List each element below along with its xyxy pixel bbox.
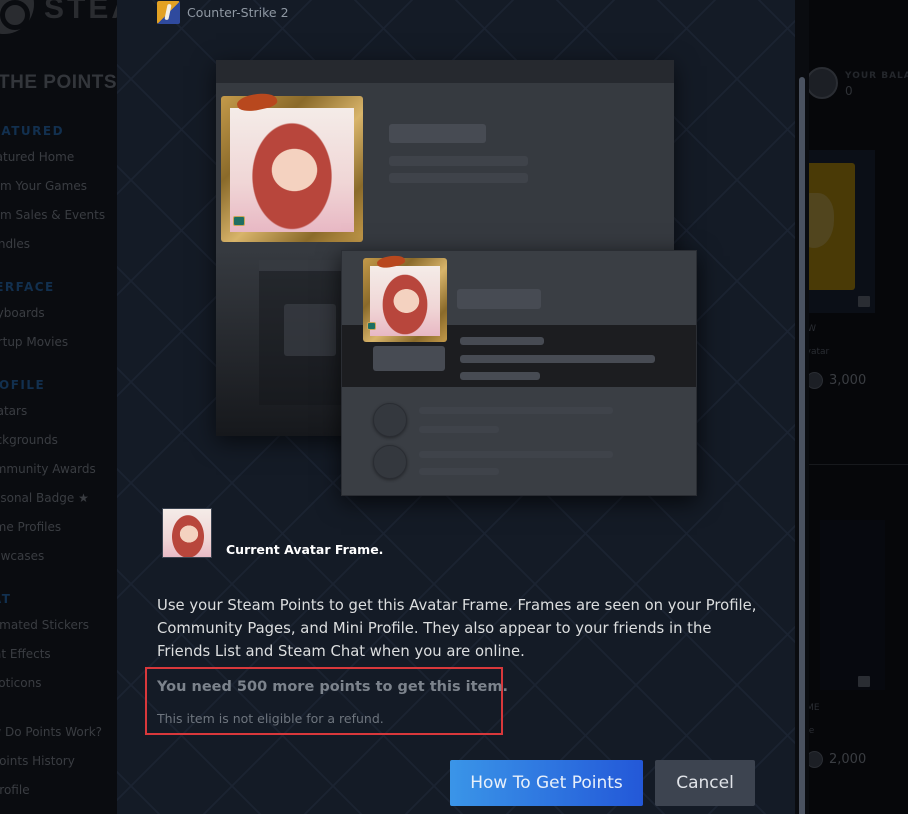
steam-logo-icon bbox=[0, 0, 34, 34]
avatar-portrait bbox=[230, 108, 354, 232]
gem-ornament bbox=[233, 216, 245, 226]
avatar-portrait bbox=[370, 266, 440, 336]
current-avatar-thumbnail bbox=[162, 508, 212, 558]
purchase-modal: Counter-Strike 2 Current Avatar Frame. U… bbox=[117, 0, 795, 814]
shop-item-card[interactable] bbox=[820, 520, 885, 690]
shop-item-price: 2,000 bbox=[829, 752, 867, 767]
friend-avatar-placeholder bbox=[373, 403, 407, 437]
sidebar-item-animated-stickers[interactable]: Animated Stickers bbox=[0, 618, 89, 632]
avatar-frame-preview-small bbox=[363, 253, 447, 342]
placeholder-bar bbox=[389, 124, 486, 143]
insufficient-points-message: You need 500 more points to get this ite… bbox=[157, 679, 508, 695]
sidebar-item-from-your-games[interactable]: From Your Games bbox=[0, 179, 87, 193]
sidebar-item-community-awards[interactable]: Community Awards bbox=[0, 462, 96, 476]
current-frame-row: Current Avatar Frame. bbox=[162, 508, 383, 558]
sidebar-item-sales-events[interactable]: From Sales & Events bbox=[0, 208, 105, 222]
sidebar-heading-featured: FEATURED bbox=[0, 124, 65, 138]
game-name: Counter-Strike 2 bbox=[187, 4, 289, 20]
cancel-button[interactable]: Cancel bbox=[655, 760, 755, 806]
sidebar-link-points-history[interactable]: My Points History bbox=[0, 754, 75, 768]
refund-notice: This item is not eligible for a refund. bbox=[157, 711, 384, 726]
shop-item-price: 3,000 bbox=[829, 373, 867, 388]
sidebar-heading-interface: INTERFACE bbox=[0, 280, 55, 294]
current-frame-label: Current Avatar Frame. bbox=[226, 542, 384, 557]
sidebar-item-featured-home[interactable]: Featured Home bbox=[0, 150, 74, 164]
video-preview-icon bbox=[858, 296, 870, 307]
sidebar-item-showcases[interactable]: Showcases bbox=[0, 549, 44, 563]
placeholder-bar bbox=[457, 289, 541, 309]
sidebar-item-keyboards[interactable]: Keyboards bbox=[0, 306, 45, 320]
how-to-get-points-button[interactable]: How To Get Points bbox=[450, 760, 643, 806]
right-panel bbox=[795, 0, 908, 814]
sidebar-item-emoticons[interactable]: Emoticons bbox=[0, 676, 41, 690]
sidebar-item-bundles[interactable]: Bundles bbox=[0, 237, 30, 251]
placeholder-bar bbox=[460, 372, 540, 380]
sidebar-item-seasonal-badge[interactable]: Seasonal Badge ★ bbox=[0, 491, 89, 505]
sidebar-link-how-points-work[interactable]: How Do Points Work? bbox=[0, 725, 102, 739]
scrollbar-thumb[interactable] bbox=[799, 77, 805, 814]
avatar-frame-preview-large bbox=[221, 90, 363, 242]
placeholder-bar bbox=[389, 173, 528, 183]
sidebar-item-avatars[interactable]: Avatars bbox=[0, 404, 27, 418]
gem-ornament bbox=[367, 322, 376, 330]
placeholder-bar bbox=[373, 346, 445, 371]
cs2-game-icon bbox=[157, 0, 180, 24]
balance-value: 0 bbox=[845, 84, 853, 98]
placeholder-bar bbox=[419, 451, 613, 458]
placeholder-bar bbox=[460, 355, 655, 363]
sidebar-item-game-profiles[interactable]: Game Profiles bbox=[0, 520, 61, 534]
divider bbox=[805, 464, 908, 465]
balance-label: YOUR BALANCE bbox=[845, 71, 908, 81]
game-header: Counter-Strike 2 bbox=[157, 0, 289, 24]
item-description: Use your Steam Points to get this Avatar… bbox=[157, 597, 757, 660]
placeholder-bar bbox=[419, 426, 499, 433]
sidebar-heading-profile: PROFILE bbox=[0, 378, 46, 392]
placeholder-bar bbox=[419, 468, 499, 475]
video-preview-icon bbox=[858, 676, 870, 687]
placeholder-bar bbox=[460, 337, 544, 345]
placeholder-bar bbox=[419, 407, 613, 414]
sidebar-item-backgrounds[interactable]: Backgrounds bbox=[0, 433, 58, 447]
sidebar-item-chat-effects[interactable]: Chat Effects bbox=[0, 647, 51, 661]
sidebar-link-my-profile[interactable]: My Profile bbox=[0, 783, 30, 797]
steam-points-coin-icon bbox=[806, 67, 838, 99]
sidebar-item-startup-movies[interactable]: Startup Movies bbox=[0, 335, 68, 349]
friend-avatar-placeholder bbox=[373, 445, 407, 479]
sidebar-heading-chat: CHAT bbox=[0, 592, 12, 606]
placeholder-bar bbox=[389, 156, 528, 166]
